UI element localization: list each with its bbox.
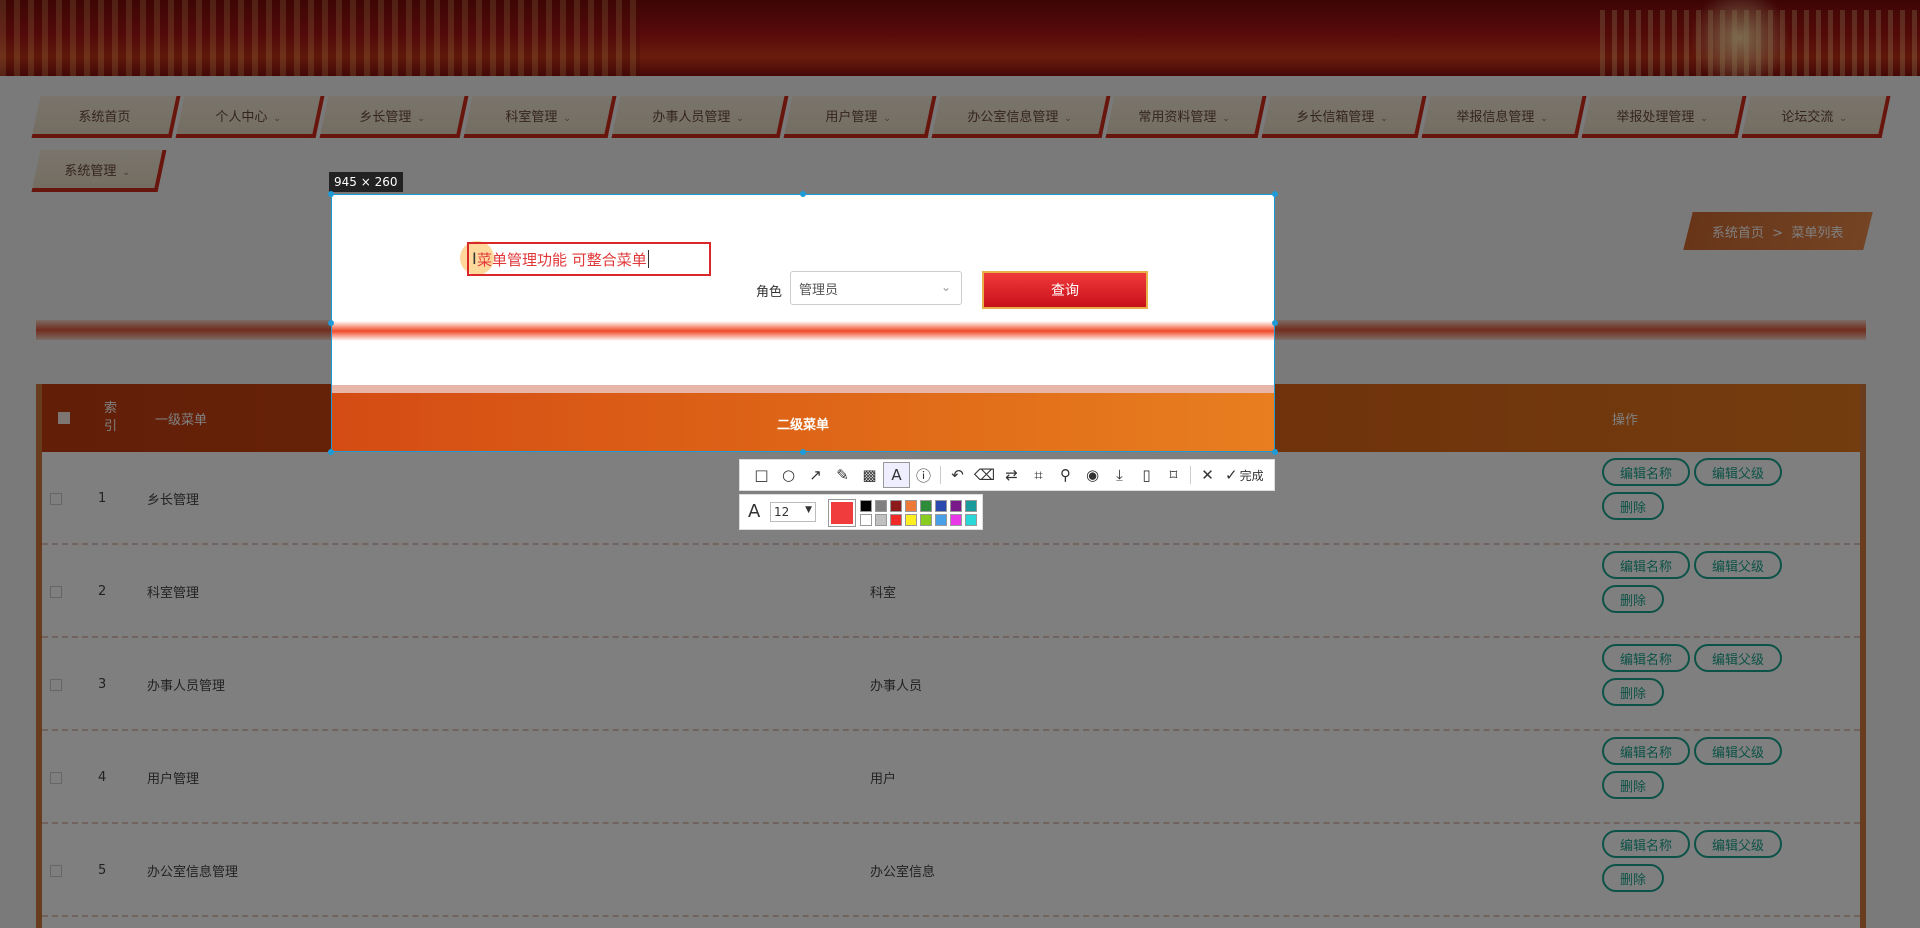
resize-handle-top[interactable] — [800, 191, 806, 197]
check-icon: ✓ — [1225, 466, 1238, 484]
text-properties-panel: A 12 ▼ — [739, 494, 983, 530]
annotation-text-box[interactable]: 菜单管理功能 可整合菜单 — [467, 242, 711, 276]
resize-handle-top-left[interactable] — [328, 191, 334, 197]
color-swatch[interactable] — [965, 500, 977, 512]
selection-strip — [332, 321, 1274, 341]
color-swatch[interactable] — [890, 514, 902, 526]
font-size-select[interactable]: 12 ▼ — [770, 502, 816, 522]
color-swatch[interactable] — [905, 500, 917, 512]
resize-handle-top-right[interactable] — [1272, 191, 1278, 197]
font-size-value: 12 — [774, 505, 790, 519]
color-swatch[interactable] — [875, 514, 887, 526]
chevron-down-icon: ▼ — [805, 505, 812, 515]
download-icon[interactable]: ⤓ — [1106, 462, 1133, 488]
color-swatch[interactable] — [935, 500, 947, 512]
bookmark-icon[interactable]: ⌑ — [1160, 462, 1187, 488]
done-label: 完成 — [1239, 468, 1264, 483]
done-button[interactable]: ✓ 完成 — [1225, 466, 1264, 484]
color-swatch[interactable] — [905, 514, 917, 526]
translate-icon[interactable]: ⇄ — [998, 462, 1025, 488]
resize-handle-bottom-left[interactable] — [328, 449, 334, 455]
phone-icon[interactable]: ▯ — [1133, 462, 1160, 488]
color-swatch[interactable] — [920, 500, 932, 512]
role-select[interactable]: 管理员 ⌄ — [790, 271, 962, 305]
close-icon[interactable]: ✕ — [1194, 462, 1221, 488]
scan-icon[interactable]: ⌗ — [1025, 462, 1052, 488]
color-swatch[interactable] — [860, 514, 872, 526]
resize-handle-bottom[interactable] — [800, 449, 806, 455]
pin-icon[interactable]: ⚲ — [1052, 462, 1079, 488]
text-cursor-icon: I — [472, 249, 477, 268]
ellipse-tool-icon[interactable]: ○ — [775, 462, 802, 488]
arrow-tool-icon[interactable]: ↗ — [802, 462, 829, 488]
resize-handle-right[interactable] — [1272, 320, 1278, 326]
role-label: 角色 — [756, 285, 783, 300]
pen-tool-icon[interactable]: ✎ — [829, 462, 856, 488]
color-swatch[interactable] — [875, 500, 887, 512]
undo-icon[interactable]: ↶ — [944, 462, 971, 488]
chevron-down-icon: ⌄ — [940, 280, 951, 294]
color-swatch[interactable] — [935, 514, 947, 526]
selection-size-label: 945 × 260 — [329, 172, 403, 192]
mosaic-tool-icon[interactable]: ▩ — [856, 462, 883, 488]
current-color-swatch[interactable] — [828, 499, 856, 527]
number-marker-icon[interactable]: ⓘ — [910, 462, 937, 488]
resize-handle-left[interactable] — [328, 320, 334, 326]
color-swatch[interactable] — [890, 500, 902, 512]
color-swatch[interactable] — [860, 500, 872, 512]
font-icon: A — [748, 501, 761, 522]
role-select-value: 管理员 — [799, 282, 839, 298]
record-icon[interactable]: ◉ — [1079, 462, 1106, 488]
erase-icon[interactable]: ⌫ — [971, 462, 998, 488]
color-swatch[interactable] — [950, 514, 962, 526]
text-caret — [647, 250, 649, 268]
color-swatch[interactable] — [950, 500, 962, 512]
screenshot-toolbar: □ ○ ↗ ✎ ▩ Aⓘ ↶ ⌫ ⇄ ⌗ ⚲ ◉ ⤓ ▯ ⌑ ✕ ✓ 完成 — [739, 459, 1275, 491]
query-button[interactable]: 查询 — [982, 271, 1148, 309]
resize-handle-bottom-right[interactable] — [1272, 449, 1278, 455]
selection-header-second-menu: 二级菜单 — [332, 393, 1274, 451]
selection-band — [332, 385, 1274, 393]
annotation-text: 菜单管理功能 可整合菜单 — [477, 250, 647, 269]
rectangle-tool-icon[interactable]: □ — [748, 462, 775, 488]
toolbar-separator — [1190, 466, 1191, 484]
toolbar-separator — [940, 466, 941, 484]
color-swatch[interactable] — [920, 514, 932, 526]
text-tool-icon[interactable]: A — [883, 462, 910, 488]
screenshot-selection[interactable]: 角色 管理员 ⌄ 查询 二级菜单 菜单管理功能 可整合菜单 I — [331, 194, 1275, 452]
color-swatch[interactable] — [965, 514, 977, 526]
